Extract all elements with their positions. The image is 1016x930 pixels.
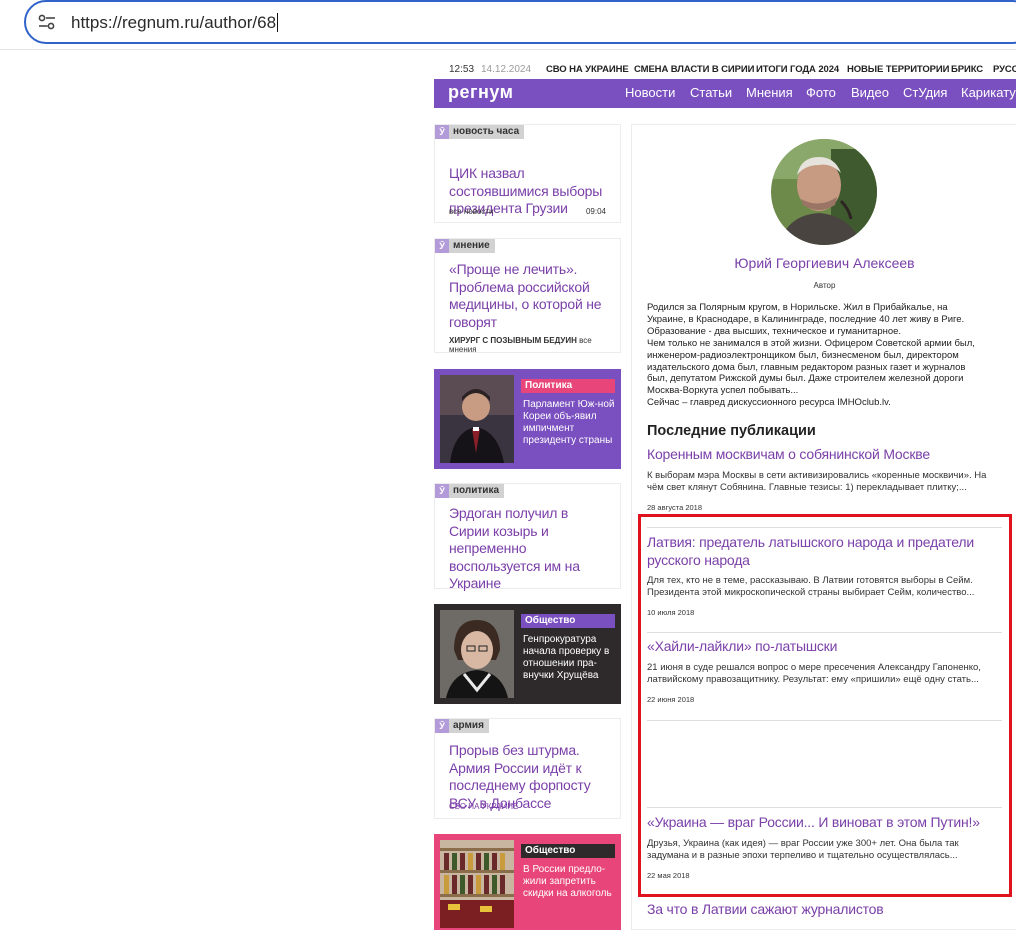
card-footer: СВО НА УКРАИНЕ — [449, 802, 606, 811]
current-date: 14.12.2024 — [481, 64, 532, 75]
publication-item: За что в Латвии сажают журналистов — [647, 901, 1002, 919]
rubric-tag: Ӯармия — [435, 719, 489, 733]
publication-excerpt: 21 июня в суде решался вопрос о мере пре… — [647, 661, 981, 685]
publication-excerpt: К выборам мэра Москвы в сети активизиров… — [647, 469, 987, 493]
publication-date: 28 августа 2018 — [647, 502, 703, 512]
publication-title[interactable]: «Украина — враг России... И виноват в эт… — [647, 814, 1002, 832]
news-card[interactable]: Ӯармия Прорыв без штурма. Армия России и… — [434, 718, 621, 819]
publication-excerpt: Для тех, кто не в теме, рассказываю. В Л… — [647, 575, 975, 598]
regnum-mark-icon: Ӯ — [435, 239, 449, 253]
nav-cartoons[interactable]: Карикату — [961, 85, 1016, 100]
card-footer: ХИРУРГ С ПОЗЫВНЫМ БЕДУИН все мнения — [449, 336, 606, 354]
topic-link-brics[interactable]: БРИКС — [951, 64, 983, 75]
bio-line: Украине, в Краснодаре, в Калининграде, п… — [647, 313, 965, 325]
card-footer: все новости 09:04 — [449, 207, 606, 216]
news-card[interactable]: Ӯполитика Эрдоган получил в Сирии козырь… — [434, 483, 621, 591]
nav-video[interactable]: Видео — [851, 85, 889, 100]
bio-line: Чем только не занимался в этой жизни. Оф… — [647, 337, 975, 349]
author-role: Автор — [813, 281, 836, 290]
publication-item: «Украина — враг России... И виноват в эт… — [647, 814, 1002, 880]
photo-news-card[interactable]: Общество Генпрокуратура начала проверку … — [434, 604, 621, 704]
category-label: Политика — [521, 379, 615, 393]
publication-title[interactable]: Коренным москвичам о собянинской Москве — [647, 446, 1002, 464]
rubric-tag: Ӯмнение — [435, 239, 495, 253]
site-header: регнум Новости Статьи Мнения Фото Видео … — [434, 79, 1016, 108]
news-photo — [440, 375, 514, 463]
photo-news-card[interactable]: Общество В России предло-жили запретить … — [434, 834, 621, 930]
text-caret — [277, 13, 279, 32]
nav-opinions[interactable]: Мнения — [746, 85, 793, 100]
publication-item: Латвия: предатель латышского народа и пр… — [647, 534, 1002, 617]
regnum-mark-icon: Ӯ — [435, 484, 449, 498]
topic-link-territories[interactable]: НОВЫЕ ТЕРРИТОРИИ — [847, 64, 949, 75]
news-photo — [440, 840, 514, 928]
category-label: Общество — [521, 844, 615, 858]
regnum-mark-icon: Ӯ — [435, 125, 449, 139]
top-strip: 12:53 14.12.2024 СВО НА УКРАИНЕ СМЕНА ВЛ… — [434, 60, 1016, 79]
site-settings-icon[interactable] — [38, 14, 56, 30]
bio-line: Москва-Воркута успел побывать... — [647, 385, 799, 397]
topic-link-svo[interactable]: СВО НА УКРАИНЕ — [546, 64, 629, 75]
all-news-link[interactable]: все новости — [449, 207, 493, 216]
publication-title[interactable]: За что в Латвии сажают журналистов — [647, 901, 1002, 919]
news-time: 09:04 — [585, 207, 606, 216]
bio-line: инженером-радиоэлектронщиком был, бизнес… — [647, 349, 959, 361]
site-logo[interactable]: регнум — [448, 82, 513, 103]
opinion-title[interactable]: «Проще не лечить». Проблема российской м… — [449, 261, 610, 331]
publication-item: «Хайли-лайкли» по-латышски 21 июня в суд… — [647, 638, 1002, 704]
current-time: 12:53 — [449, 64, 475, 75]
topic-link-year[interactable]: ИТОГИ ГОДА 2024 — [756, 64, 839, 75]
address-bar[interactable]: https://regnum.ru/author/68 — [24, 0, 1016, 44]
publication-excerpt: Друзья, Украина (как идея) — враг России… — [647, 837, 959, 861]
publication-date: 22 июня 2018 — [647, 694, 695, 704]
nav-articles[interactable]: Статьи — [690, 85, 732, 100]
photo-news-card[interactable]: Политика Парламент Юж-ной Кореи объ-явил… — [434, 369, 621, 469]
publication-item: Коренным москвичам о собянинской Москве … — [647, 446, 1002, 512]
bio-line: издательского дома был, главным редактор… — [647, 361, 966, 373]
photo-news-text[interactable]: Парламент Юж-ной Кореи объ-явил импичмен… — [523, 399, 615, 447]
topic-link-more[interactable]: РУСС — [993, 64, 1016, 75]
rubric-tag: Ӯновость часа — [435, 125, 525, 139]
nav-studio[interactable]: СтУдия — [903, 85, 947, 100]
author-name: Юрий Георгиевич Алексеев — [734, 255, 915, 271]
author-panel: Юрий Георгиевич Алексеев Автор Родился з… — [631, 124, 1016, 930]
photo-news-text[interactable]: В России предло-жили запретить скидки на… — [523, 864, 615, 900]
topic-link-syria[interactable]: СМЕНА ВЛАСТИ В СИРИИ — [634, 64, 754, 75]
author-bio: Родился за Полярным кругом, в Норильске.… — [647, 302, 1002, 409]
opinion-card[interactable]: Ӯмнение «Проще не лечить». Проблема росс… — [434, 238, 621, 354]
news-card[interactable]: Ӯновость часа ЦИК назвал состоявшимися в… — [434, 124, 621, 223]
topic-tag-link[interactable]: СВО НА УКРАИНЕ — [449, 802, 518, 811]
divider — [647, 632, 1002, 633]
publications-heading: Последние публикации — [647, 423, 816, 439]
publication-date: 10 июля 2018 — [647, 608, 695, 617]
divider — [647, 720, 1002, 721]
news-photo — [440, 610, 514, 698]
bio-line: Родился за Полярным кругом, в Норильске.… — [647, 302, 948, 313]
bio-line: был, депутатом Рижской думы был. Даже ст… — [647, 373, 964, 385]
browser-toolbar: https://regnum.ru/author/68 — [0, 0, 1016, 50]
rubric-tag: Ӯполитика — [435, 484, 505, 498]
category-label: Общество — [521, 614, 615, 628]
divider — [647, 527, 1002, 528]
nav-photo[interactable]: Фото — [806, 85, 836, 100]
photo-news-text[interactable]: Генпрокуратура начала проверку в отношен… — [523, 634, 615, 682]
bio-line: Образование - два высших, техническое и … — [647, 325, 902, 337]
publication-date: 22 мая 2018 — [647, 870, 690, 880]
publication-title[interactable]: Латвия: предатель латышского народа и пр… — [647, 534, 1002, 569]
opinion-author[interactable]: ХИРУРГ С ПОЗЫВНЫМ БЕДУИН — [449, 336, 577, 345]
regnum-mark-icon: Ӯ — [435, 719, 449, 733]
nav-news[interactable]: Новости — [625, 85, 675, 100]
publication-title[interactable]: «Хайли-лайкли» по-латышски — [647, 638, 1002, 656]
news-title[interactable]: Эрдоган получил в Сирии козырь и непреме… — [449, 505, 610, 593]
author-avatar — [771, 139, 877, 245]
divider — [647, 807, 1002, 808]
url-text[interactable]: https://regnum.ru/author/68 — [71, 13, 279, 33]
bio-line: Сейчас – главред дискуссионного ресурса … — [647, 397, 891, 409]
